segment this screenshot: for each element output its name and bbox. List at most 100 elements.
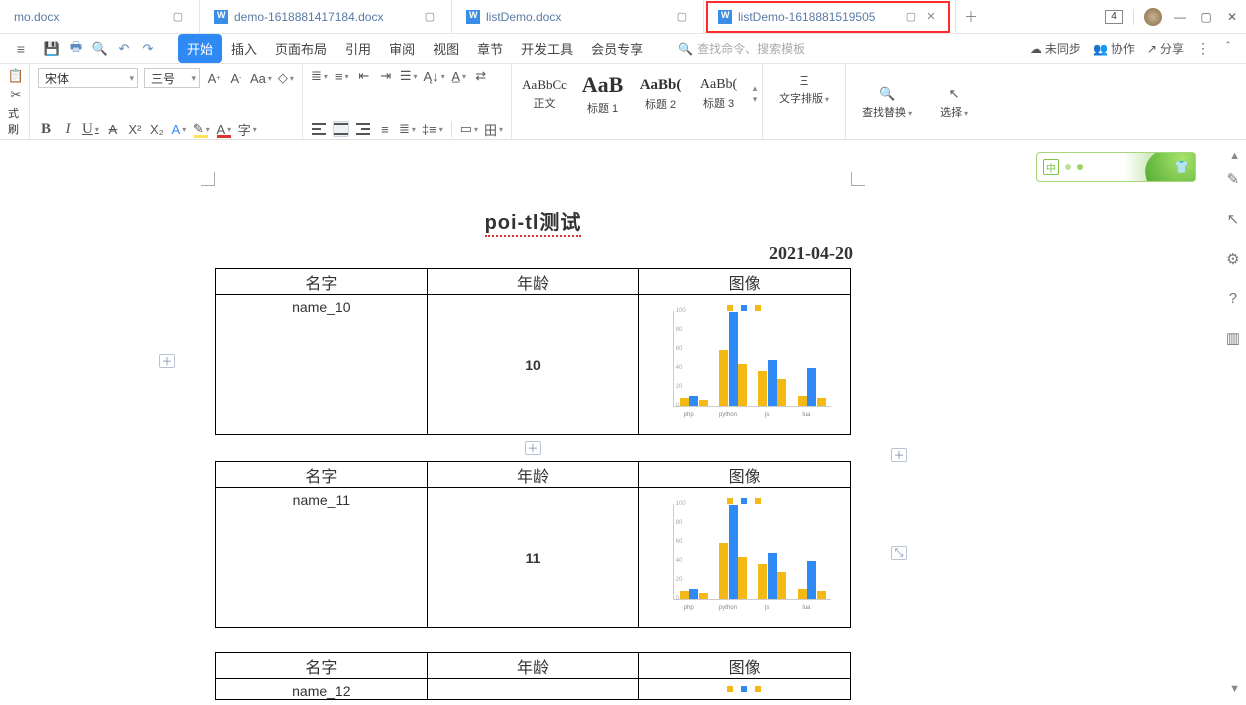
tab-2[interactable]: listDemo.docx ▢: [452, 0, 704, 33]
dedent-icon[interactable]: ⇤: [356, 68, 372, 84]
styles-gallery-arrows[interactable]: ▴▾: [748, 68, 762, 120]
menu-view[interactable]: 视图: [424, 34, 468, 63]
line-spacing-icon[interactable]: ‡≡: [422, 121, 443, 137]
coop-button[interactable]: 👥 协作: [1093, 40, 1135, 57]
align-left-icon[interactable]: [311, 121, 327, 137]
bullets-icon[interactable]: ≣: [311, 68, 328, 84]
cast-icon[interactable]: ▢: [171, 10, 185, 24]
font-color-icon[interactable]: A: [216, 121, 232, 137]
print-icon[interactable]: 🖶: [68, 41, 84, 57]
cell-chart[interactable]: [639, 679, 851, 700]
strike-button[interactable]: A: [105, 121, 121, 137]
pen-icon[interactable]: ✎: [1227, 170, 1240, 188]
find-replace-button[interactable]: 🔍 查找替换: [854, 82, 920, 124]
superscript-button[interactable]: X²: [127, 121, 143, 137]
menu-pagelayout[interactable]: 页面布局: [266, 34, 336, 63]
page[interactable]: poi-tl测试 2021-04-20 ＋ ＋ ⤡ 名字年龄图像 name_10…: [183, 152, 883, 705]
table-add-right-icon[interactable]: ＋: [891, 448, 907, 462]
cell-name[interactable]: name_11: [216, 488, 428, 628]
change-case-icon[interactable]: Aa: [250, 70, 272, 86]
help-icon[interactable]: ?: [1229, 290, 1237, 307]
window-count-badge[interactable]: 4: [1105, 10, 1123, 24]
tab-0[interactable]: mo.docx ▢: [0, 0, 200, 33]
cast-icon[interactable]: ▢: [904, 10, 918, 24]
more-icon[interactable]: ⋮: [1196, 40, 1210, 57]
menu-reference[interactable]: 引用: [336, 34, 380, 63]
numbering-icon[interactable]: ≡: [334, 68, 350, 84]
align-center-icon[interactable]: [333, 121, 349, 137]
new-tab-button[interactable]: ＋: [956, 0, 986, 33]
menu-devtools[interactable]: 开发工具: [512, 34, 582, 63]
preview-icon[interactable]: 🔍: [92, 41, 108, 57]
cast-icon[interactable]: ▢: [675, 10, 689, 24]
text-layout-button[interactable]: Ξ 文字排版: [771, 68, 837, 110]
cell-name[interactable]: name_12: [216, 679, 428, 700]
cursor-icon[interactable]: ↖: [1227, 210, 1240, 228]
cell-chart[interactable]: 020406080100phppythonjslua: [639, 488, 851, 628]
settings-slider-icon[interactable]: ⚙: [1226, 250, 1239, 268]
cut-icon[interactable]: ✂: [8, 87, 24, 103]
paste-icon[interactable]: 📋: [8, 68, 24, 84]
text-effect-icon[interactable]: A: [171, 121, 187, 137]
sort-icon[interactable]: Ą↓: [424, 68, 445, 84]
clear-format-icon[interactable]: ◇: [278, 70, 294, 86]
tab-3-active[interactable]: listDemo-1618881519505 ▢ ✕: [704, 0, 956, 33]
tab-1[interactable]: demo-1618881417184.docx ▢: [200, 0, 452, 33]
scroll-down-icon[interactable]: ▼: [1229, 683, 1240, 695]
align-right-icon[interactable]: [355, 121, 371, 137]
font-name-select[interactable]: 宋体: [38, 68, 138, 88]
phonetic-icon[interactable]: 字: [238, 121, 257, 137]
cell-age[interactable]: 11: [427, 488, 639, 628]
borders-icon[interactable]: 田: [484, 121, 503, 137]
cell-chart[interactable]: 020406080100phppythonjslua: [639, 295, 851, 435]
shading-icon[interactable]: ▭: [460, 121, 478, 137]
unsynced-button[interactable]: ☁ 未同步: [1030, 40, 1081, 57]
distributed-icon[interactable]: ≣: [399, 121, 416, 137]
highlight-icon[interactable]: ✎: [193, 121, 210, 137]
shrink-font-icon[interactable]: A-: [228, 70, 244, 86]
style-h2[interactable]: AaBb( 标题 2: [632, 68, 690, 120]
font-size-select[interactable]: 三号: [144, 68, 200, 88]
cell-name[interactable]: name_10: [216, 295, 428, 435]
ime-widget[interactable]: 中 👕: [1036, 152, 1196, 182]
save-icon[interactable]: 💾: [44, 41, 60, 57]
style-h3[interactable]: AaBb( 标题 3: [690, 68, 748, 120]
scroll-up-icon[interactable]: ▲: [1229, 150, 1240, 162]
table-add-left-icon[interactable]: ＋: [159, 354, 175, 368]
minimize-button[interactable]: ―: [1172, 9, 1188, 25]
collapse-ribbon-icon[interactable]: ＾: [1222, 40, 1234, 57]
table-add-row-icon[interactable]: ＋: [525, 441, 541, 455]
data-table-3[interactable]: 名字年龄图像 name_12: [215, 652, 851, 700]
maximize-button[interactable]: ▢: [1198, 9, 1214, 25]
data-table-1[interactable]: 名字年龄图像 name_10 10 020406080100phppythonj…: [215, 268, 851, 435]
menu-insert[interactable]: 插入: [222, 34, 266, 63]
undo-icon[interactable]: ↶: [116, 41, 132, 57]
char-border-icon[interactable]: A̲: [451, 68, 467, 84]
align-justify-icon[interactable]: ≡: [377, 121, 393, 137]
avatar[interactable]: [1144, 8, 1162, 26]
ime-lang-badge[interactable]: 中: [1043, 159, 1059, 175]
menu-section[interactable]: 章节: [468, 34, 512, 63]
subscript-button[interactable]: X₂: [149, 121, 165, 137]
bold-button[interactable]: B: [38, 121, 54, 137]
command-search[interactable]: 🔍 查找命令、搜索模板: [678, 40, 805, 57]
style-h1[interactable]: AaB 标题 1: [574, 68, 632, 120]
cast-icon[interactable]: ▢: [423, 10, 437, 24]
menu-review[interactable]: 审阅: [380, 34, 424, 63]
indent-icon[interactable]: ⇥: [378, 68, 394, 84]
redo-icon[interactable]: ↷: [140, 41, 156, 57]
text-direction-icon[interactable]: ☰: [400, 68, 418, 84]
data-table-2[interactable]: 名字年龄图像 name_11 11 020406080100phppythonj…: [215, 461, 851, 628]
grow-font-icon[interactable]: A+: [206, 70, 222, 86]
table-expand-icon[interactable]: ⤡: [891, 546, 907, 560]
menu-vip[interactable]: 会员专享: [582, 34, 652, 63]
cell-age[interactable]: 10: [427, 295, 639, 435]
tab-icon[interactable]: ⇄: [473, 68, 489, 84]
close-icon[interactable]: ✕: [924, 10, 938, 24]
app-menu-icon[interactable]: ≡: [12, 40, 30, 58]
style-normal[interactable]: AaBbCc 正文: [516, 68, 574, 120]
share-button[interactable]: ↗ 分享: [1147, 40, 1184, 57]
select-button[interactable]: ↖ 选择: [932, 82, 976, 124]
menu-home[interactable]: 开始: [178, 34, 222, 63]
italic-button[interactable]: I: [60, 121, 76, 137]
